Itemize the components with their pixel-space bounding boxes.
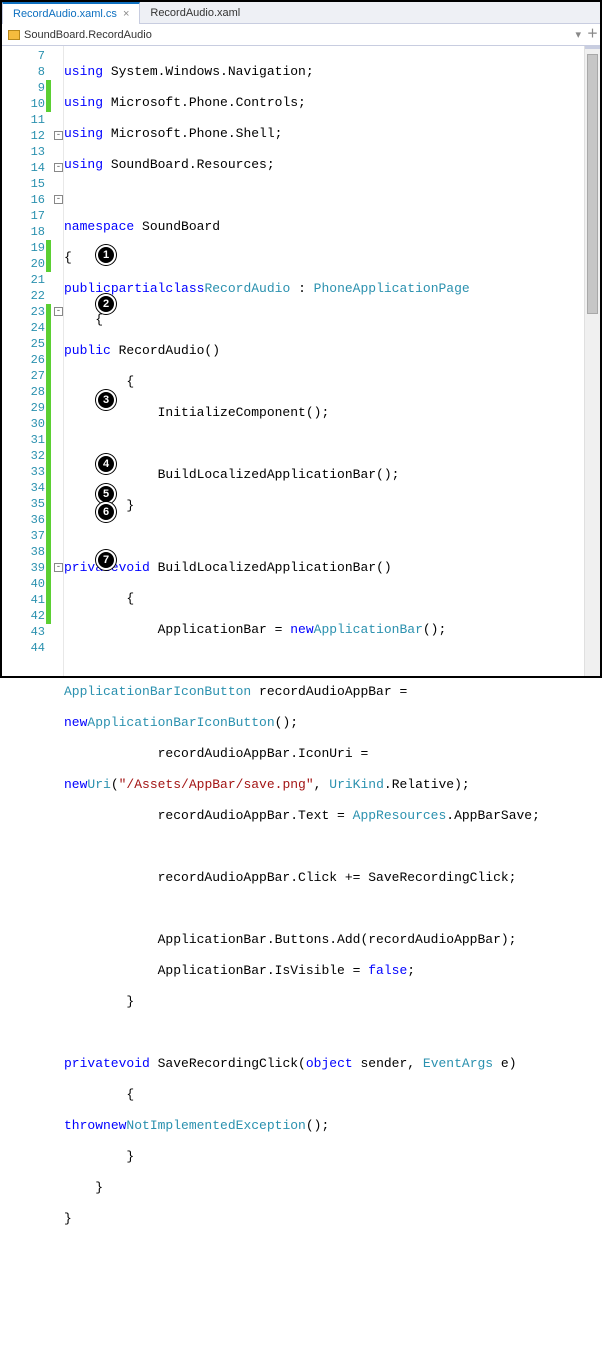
change-marker: [46, 352, 51, 368]
line-number: 13: [31, 145, 45, 159]
fold-icon[interactable]: -: [54, 307, 63, 316]
change-marker: [46, 544, 51, 560]
change-marker: [46, 432, 51, 448]
line-number: 11: [31, 113, 45, 127]
splitter-icon[interactable]: [585, 46, 600, 49]
change-marker: [46, 512, 51, 528]
change-marker: [46, 336, 51, 352]
line-number: 35: [31, 497, 45, 511]
line-number: 44: [31, 641, 45, 655]
change-marker: [46, 448, 51, 464]
line-number: 29: [31, 401, 45, 415]
line-number: 32: [31, 449, 45, 463]
fold-icon[interactable]: -: [54, 195, 63, 204]
change-marker: [46, 576, 51, 592]
line-number: 18: [31, 225, 45, 239]
breadcrumb-path[interactable]: SoundBoard.RecordAudio: [24, 29, 152, 41]
line-number: 37: [31, 529, 45, 543]
line-number: 9: [38, 81, 45, 95]
line-number: 40: [31, 577, 45, 591]
line-number: 26: [31, 353, 45, 367]
change-marker: [46, 384, 51, 400]
line-number: 39: [31, 561, 45, 575]
dropdown-icon[interactable]: ▾: [575, 28, 581, 41]
line-number: 8: [38, 65, 45, 79]
change-marker: [46, 496, 51, 512]
annotation-badge-7: 7: [96, 550, 116, 570]
line-number: 21: [31, 273, 45, 287]
change-marker: [46, 528, 51, 544]
line-number: 16: [31, 193, 45, 207]
line-number: 30: [31, 417, 45, 431]
change-marker: [46, 80, 51, 96]
change-marker: [46, 96, 51, 112]
line-number: 31: [31, 433, 45, 447]
change-marker: [46, 400, 51, 416]
annotation-badge-6: 6: [96, 502, 116, 522]
line-number: 25: [31, 337, 45, 351]
gutter: 7 8 9 10 11 12- 13 14- 15 16- 17 18 19 2…: [2, 46, 64, 676]
tab-label: RecordAudio.xaml: [150, 7, 240, 19]
line-number: 41: [31, 593, 45, 607]
change-marker: [46, 480, 51, 496]
line-number: 10: [31, 97, 45, 111]
line-number: 14: [31, 161, 45, 175]
change-marker: [46, 608, 51, 624]
change-marker: [46, 592, 51, 608]
change-marker: [46, 304, 51, 320]
line-number: 33: [31, 465, 45, 479]
fold-icon[interactable]: -: [54, 131, 63, 140]
tab-record-audio-xaml[interactable]: RecordAudio.xaml: [140, 2, 250, 24]
change-marker: [46, 560, 51, 576]
add-icon[interactable]: ＋: [587, 29, 598, 40]
line-number: 17: [31, 209, 45, 223]
class-icon: [8, 30, 20, 40]
code-editor[interactable]: 7 8 9 10 11 12- 13 14- 15 16- 17 18 19 2…: [2, 46, 600, 676]
annotation-badge-2: 2: [96, 294, 116, 314]
change-marker: [46, 256, 51, 272]
line-number: 23: [31, 305, 45, 319]
line-number: 12: [31, 129, 45, 143]
change-marker: [46, 320, 51, 336]
line-number: 43: [31, 625, 45, 639]
tab-record-audio-cs[interactable]: RecordAudio.xaml.cs ×: [2, 2, 140, 24]
annotation-badge-5: 5: [96, 484, 116, 504]
change-marker: [46, 464, 51, 480]
annotation-badge-1: 1: [96, 245, 116, 265]
line-number: 20: [31, 257, 45, 271]
close-icon[interactable]: ×: [123, 8, 129, 20]
vertical-scrollbar[interactable]: [584, 46, 600, 676]
line-number: 7: [38, 49, 45, 63]
line-number: 42: [31, 609, 45, 623]
line-number: 36: [31, 513, 45, 527]
tab-bar: RecordAudio.xaml.cs × RecordAudio.xaml: [2, 2, 600, 24]
annotation-badge-3: 3: [96, 390, 116, 410]
change-marker: [46, 368, 51, 384]
fold-icon[interactable]: -: [54, 163, 63, 172]
line-number: 19: [31, 241, 45, 255]
tab-label: RecordAudio.xaml.cs: [13, 8, 117, 20]
breadcrumb: SoundBoard.RecordAudio ▾ ＋: [2, 24, 600, 46]
line-number: 15: [31, 177, 45, 191]
code-area[interactable]: using System.Windows.Navigation; using M…: [64, 46, 584, 676]
annotation-badge-4: 4: [96, 454, 116, 474]
change-marker: [46, 240, 51, 256]
line-number: 28: [31, 385, 45, 399]
fold-icon[interactable]: -: [54, 563, 63, 572]
line-number: 27: [31, 369, 45, 383]
line-number: 22: [31, 289, 45, 303]
scrollbar-thumb[interactable]: [587, 54, 598, 314]
line-number: 24: [31, 321, 45, 335]
change-marker: [46, 416, 51, 432]
line-number: 38: [31, 545, 45, 559]
line-number: 34: [31, 481, 45, 495]
